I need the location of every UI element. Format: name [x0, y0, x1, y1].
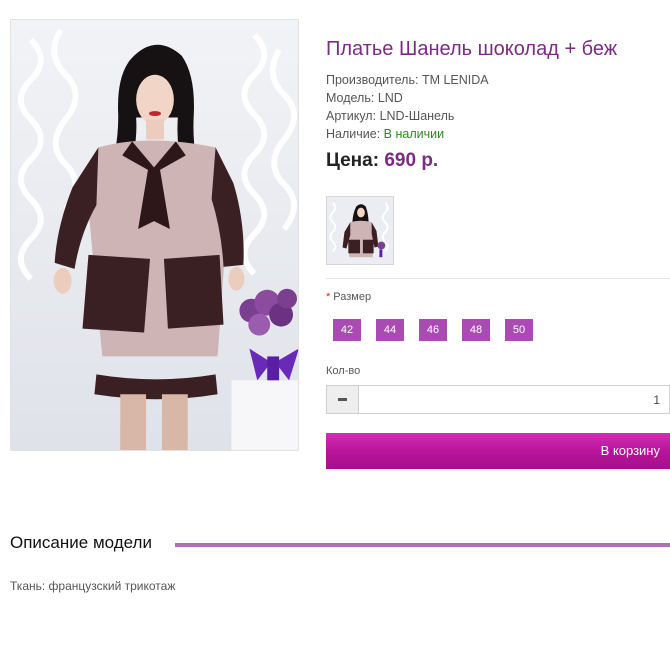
product-main-image[interactable]	[10, 19, 299, 451]
required-mark: *	[326, 291, 331, 303]
size-option-46[interactable]: 46	[419, 319, 447, 341]
sku-row: Артикул: LND-Шанель	[326, 107, 489, 125]
options-divider	[326, 278, 670, 279]
product-thumbnail[interactable]	[326, 196, 394, 265]
add-to-cart-button[interactable]: В корзину	[326, 433, 670, 469]
product-title: Платье Шанель шоколад + беж	[326, 38, 618, 60]
price-block: Цена: 690 р.	[326, 150, 438, 172]
price-label: Цена:	[326, 150, 380, 171]
availability-row: Наличие: В наличии	[326, 125, 489, 143]
minus-icon	[338, 398, 347, 401]
quantity-decrease-button[interactable]	[327, 386, 359, 413]
size-option-50[interactable]: 50	[505, 319, 533, 341]
model-row: Модель: LND	[326, 89, 489, 107]
size-option-48[interactable]: 48	[462, 319, 490, 341]
description-text: Ткань: французский трикотаж	[10, 579, 176, 593]
product-info-list: Производитель: ТМ LENIDA Модель: LND Арт…	[326, 71, 489, 143]
availability-value: В наличии	[383, 127, 445, 141]
quantity-stepper	[326, 385, 670, 414]
description-heading: Описание модели	[10, 533, 161, 553]
availability-label: Наличие:	[326, 127, 381, 141]
quantity-label: Кол-во	[326, 365, 361, 377]
manufacturer-row: Производитель: ТМ LENIDA	[326, 71, 489, 89]
size-option-42[interactable]: 42	[333, 319, 361, 341]
price-value: 690 р.	[384, 150, 439, 171]
model-value: LND	[377, 91, 403, 105]
model-label: Модель:	[326, 91, 375, 105]
manufacturer-value[interactable]: ТМ LENIDA	[422, 73, 489, 87]
sku-value: LND-Шанель	[379, 109, 455, 123]
size-label: * Размер	[326, 291, 371, 303]
size-label-text: Размер	[333, 291, 372, 303]
size-option-44[interactable]: 44	[376, 319, 404, 341]
description-heading-line	[175, 543, 670, 547]
manufacturer-label: Производитель:	[326, 73, 419, 87]
quantity-input[interactable]	[360, 386, 660, 413]
sku-label: Артикул:	[326, 109, 377, 123]
